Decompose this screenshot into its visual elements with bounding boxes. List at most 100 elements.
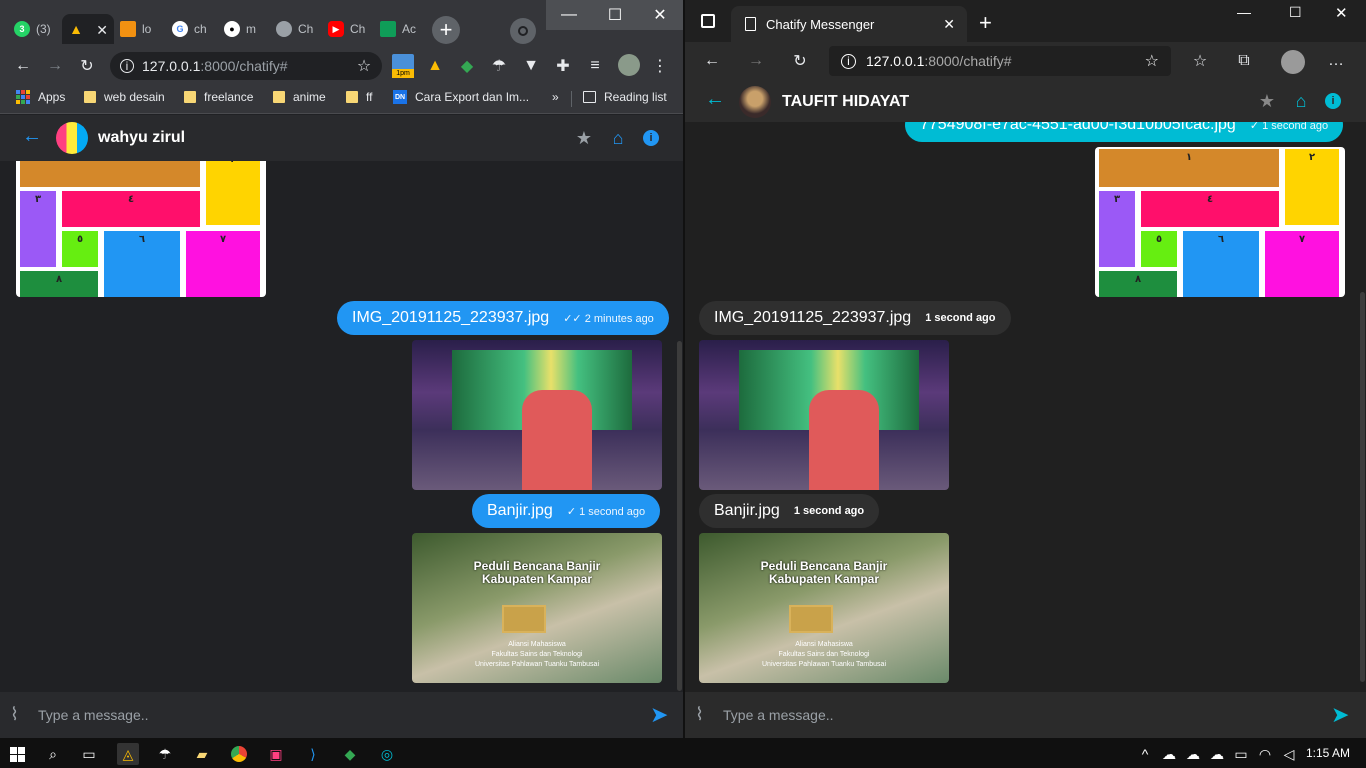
contact-avatar[interactable] <box>739 86 771 118</box>
back-arrow-icon[interactable]: ← <box>22 125 42 148</box>
battery-icon[interactable]: ▭ <box>1230 743 1252 765</box>
windows-start-icon[interactable] <box>6 743 28 765</box>
vscode-icon[interactable]: ⟩ <box>302 743 324 765</box>
message-bubble[interactable]: 7754908f-e7ac-4551-ad00-f3d10b05fcac.jpg… <box>905 122 1344 142</box>
address-bar[interactable]: i 127.0.0.1:8000/chatify# ☆ <box>829 46 1171 76</box>
bookmarks-more-button[interactable]: » <box>552 90 559 104</box>
bookmark-folder[interactable]: freelance <box>184 90 253 104</box>
message-input[interactable] <box>38 702 598 728</box>
tab-github[interactable]: ● m <box>218 14 270 44</box>
puzzle-icon[interactable]: ✚ <box>554 57 572 75</box>
profile-avatar[interactable] <box>1281 50 1305 74</box>
star-icon[interactable]: ★ <box>574 128 594 148</box>
paperclip-icon[interactable]: ⌇ <box>10 704 19 725</box>
info-icon[interactable]: i <box>841 53 856 69</box>
tile-image-attachment[interactable]: ١ ٢ ٣ ٤ ٥ ٦ ٧ ٨ <box>1095 147 1345 297</box>
home-icon[interactable]: ⌂ <box>1291 91 1311 111</box>
scrollbar[interactable] <box>1360 292 1365 682</box>
tab-chatify-messenger[interactable]: Chatify Messenger ✕ <box>731 6 967 42</box>
paperclip-icon[interactable]: ⌇ <box>695 704 704 725</box>
new-tab-button[interactable]: + <box>432 16 460 44</box>
home-icon[interactable]: ⌂ <box>608 128 628 148</box>
tab-search-button[interactable] <box>510 18 536 44</box>
send-icon[interactable]: ➤ <box>1331 702 1349 728</box>
cloud-icon[interactable]: ☁ <box>1158 743 1180 765</box>
tab-app[interactable]: Ac <box>374 14 426 44</box>
new-tab-button[interactable]: + <box>979 10 992 36</box>
tray-chevron-icon[interactable]: ^ <box>1134 743 1156 765</box>
contact-avatar[interactable] <box>56 122 88 154</box>
maximize-button[interactable]: ☐ <box>1289 4 1302 21</box>
maximize-button[interactable]: ☐ <box>592 0 638 30</box>
diamond-app-icon[interactable]: ◆ <box>339 743 361 765</box>
back-arrow-icon[interactable]: ← <box>14 57 32 75</box>
forward-arrow-icon[interactable]: → <box>747 52 765 70</box>
profile-avatar[interactable] <box>618 54 640 76</box>
umbrella-extension-icon[interactable]: ☂ <box>490 57 508 75</box>
file-explorer-icon[interactable]: ▰ <box>191 743 213 765</box>
tab-chatify-1[interactable]: Ch <box>270 14 322 44</box>
edge-icon[interactable]: ◎ <box>376 743 398 765</box>
back-arrow-icon[interactable]: ← <box>705 88 725 111</box>
reload-icon[interactable]: ↻ <box>791 52 809 70</box>
tab-youtube[interactable]: ▶ Ch <box>322 14 374 44</box>
tab-actions-icon[interactable] <box>701 14 715 28</box>
tab-google[interactable]: Gch <box>166 14 218 44</box>
calendar-extension-icon[interactable]: 1pm <box>392 54 414 78</box>
photo-attachment[interactable] <box>699 340 949 490</box>
message-bubble[interactable]: IMG_20191125_223937.jpg 1 second ago <box>699 301 1011 335</box>
message-bubble[interactable]: Banjir.jpg ✓ 1 second ago <box>472 494 661 528</box>
star-icon[interactable]: ☆ <box>355 57 373 75</box>
back-arrow-icon[interactable]: ← <box>703 52 721 70</box>
address-bar[interactable]: i 127.0.0.1:8000/chatify# <box>110 52 382 80</box>
message-bubble[interactable]: IMG_20191125_223937.jpg ✓✓ 2 minutes ago <box>337 301 669 335</box>
star-icon[interactable]: ★ <box>1257 91 1277 111</box>
bookmark-folder[interactable]: ff <box>346 90 372 104</box>
minimize-button[interactable]: — <box>546 0 592 30</box>
drive-extension-icon[interactable]: ▲ <box>426 57 444 75</box>
search-icon[interactable]: ⌕ <box>42 743 64 765</box>
bookmark-folder[interactable]: web desain <box>84 90 165 104</box>
volume-icon[interactable]: ◁ <box>1278 743 1300 765</box>
tab-drive[interactable]: ▲ ✕ <box>62 14 114 44</box>
chrome-icon[interactable] <box>228 743 250 765</box>
minimize-button[interactable]: — <box>1237 4 1251 20</box>
bookmark-link[interactable]: DN Cara Export dan Im... <box>393 90 529 104</box>
close-window-button[interactable]: ✕ <box>1335 4 1348 22</box>
diamond-extension-icon[interactable]: ◆ <box>458 57 476 75</box>
collections-icon[interactable]: ⧉ <box>1235 52 1253 70</box>
message-bubble[interactable]: Banjir.jpg 1 second ago <box>699 494 880 528</box>
vue-extension-icon[interactable]: ▼ <box>522 57 540 75</box>
tile-image-attachment[interactable]: ٢ ٣ ٤ ٥ ٦ ٧ ٨ <box>16 161 266 297</box>
info-icon[interactable]: i <box>120 59 134 73</box>
media-icon[interactable]: ≡ <box>586 57 604 75</box>
close-tab-icon[interactable]: ✕ <box>943 16 955 33</box>
info-icon[interactable]: i <box>1323 91 1343 111</box>
reload-icon[interactable]: ↻ <box>78 57 96 75</box>
message-input[interactable] <box>723 702 1283 728</box>
poster-attachment[interactable]: Peduli Bencana Banjir Kabupaten Kampar A… <box>412 533 662 683</box>
bookmark-folder[interactable]: anime <box>273 90 326 104</box>
app-launcher-icon[interactable]: ◬ <box>117 743 139 765</box>
cloud-icon[interactable]: ☁ <box>1182 743 1204 765</box>
tab-whatsapp[interactable]: 3 (3) <box>8 14 60 44</box>
menu-dots-icon[interactable]: ⋮ <box>651 57 669 75</box>
umbrella-app-icon[interactable]: ☂ <box>154 743 176 765</box>
task-view-icon[interactable]: ▭ <box>78 743 100 765</box>
bookmark-apps[interactable]: Apps <box>16 90 65 104</box>
cloud-icon[interactable]: ☁ <box>1206 743 1228 765</box>
tab-phpmyadmin[interactable]: lo <box>114 14 166 44</box>
clock[interactable]: 1:15 AM <box>1306 746 1350 760</box>
close-tab-icon[interactable]: ✕ <box>96 22 108 39</box>
poster-attachment[interactable]: Peduli Bencana Banjir Kabupaten Kampar A… <box>699 533 949 683</box>
info-icon[interactable]: i <box>641 128 661 148</box>
reading-list-button[interactable]: Reading list <box>583 90 667 104</box>
close-window-button[interactable]: ✕ <box>637 0 683 30</box>
photo-attachment[interactable] <box>412 340 662 490</box>
wifi-icon[interactable]: ◠ <box>1254 743 1276 765</box>
menu-dots-icon[interactable]: … <box>1327 52 1345 70</box>
favorites-icon[interactable]: ☆ <box>1191 52 1209 70</box>
send-icon[interactable]: ➤ <box>650 702 668 728</box>
terminal-icon[interactable]: ▣ <box>265 743 287 765</box>
add-favorite-icon[interactable]: ☆ <box>1145 51 1159 71</box>
